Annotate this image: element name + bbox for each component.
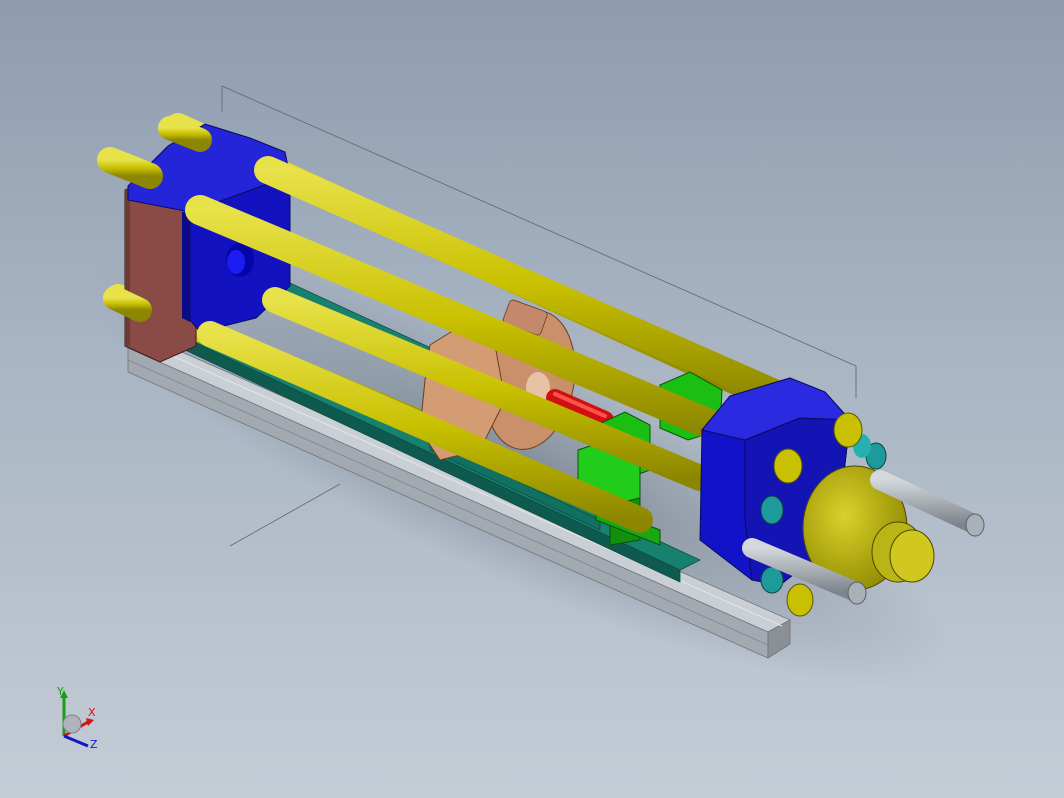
triad-z-label: Z [90,738,98,751]
triad-y-label: Y [56,685,64,698]
triad-x-label: X [88,706,96,719]
cad-viewport[interactable]: Y X Z [0,0,1064,798]
model-canvas[interactable]: Y X Z [0,0,1064,798]
